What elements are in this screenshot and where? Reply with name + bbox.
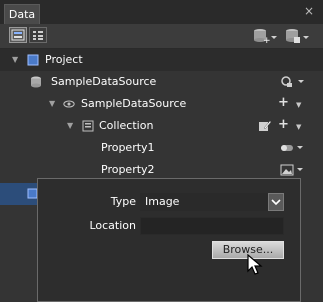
add-property-icon[interactable]: + bbox=[278, 114, 289, 136]
mouse-cursor-icon bbox=[247, 254, 263, 275]
tree-row-datasource-child[interactable]: ▼ SampleDataSource + ▼ bbox=[0, 93, 323, 115]
expand-arrow-icon[interactable]: ▼ bbox=[49, 93, 55, 115]
expand-arrow-icon[interactable]: ▼ bbox=[12, 49, 18, 71]
tree-row-datasource[interactable]: SampleDataSource bbox=[0, 71, 323, 93]
chevron-down-icon[interactable]: ▼ bbox=[296, 116, 301, 138]
eye-icon bbox=[63, 100, 75, 108]
add-sample-data-icon[interactable]: + bbox=[253, 28, 279, 46]
hidden-selected-row bbox=[0, 183, 38, 205]
type-value: Image bbox=[145, 195, 180, 208]
property-type-popup: Type Image Location Browse... bbox=[37, 178, 301, 302]
edit-values-icon[interactable] bbox=[252, 120, 278, 132]
tree-row-collection[interactable]: ▼ Collection + ▼ bbox=[0, 115, 323, 137]
datasource-label: SampleDataSource bbox=[51, 75, 157, 88]
add-live-data-icon[interactable] bbox=[285, 28, 311, 44]
chevron-down-icon[interactable]: ▼ bbox=[296, 94, 301, 116]
collection-label: Collection bbox=[99, 119, 154, 132]
details-view-icon[interactable] bbox=[29, 27, 47, 43]
svg-text:+: + bbox=[263, 36, 271, 44]
tab-data[interactable]: Data bbox=[4, 4, 40, 24]
chevron-down-icon[interactable] bbox=[268, 193, 284, 211]
tree-row-property1[interactable]: Property1 bbox=[0, 137, 323, 159]
type-select[interactable]: Image bbox=[140, 193, 284, 211]
project-icon bbox=[27, 54, 39, 66]
datasource-child-label: SampleDataSource bbox=[81, 97, 187, 110]
datasource-icon bbox=[31, 76, 41, 88]
close-icon[interactable]: × bbox=[303, 5, 315, 17]
expand-arrow-icon[interactable]: ▼ bbox=[67, 115, 73, 137]
list-view-icon[interactable] bbox=[9, 27, 27, 43]
location-input[interactable] bbox=[140, 217, 284, 235]
data-toolbar: + bbox=[0, 24, 323, 49]
location-label: Location bbox=[89, 219, 136, 232]
tree-row-project[interactable]: ▼ Project bbox=[0, 49, 323, 71]
panel-titlebar: Data × bbox=[0, 0, 323, 24]
image-type-icon[interactable] bbox=[280, 164, 306, 176]
type-label: Type bbox=[110, 195, 136, 208]
collection-icon bbox=[82, 120, 94, 132]
data-panel: Data × + ▼ Project SampleDataSource ▼ Sa… bbox=[0, 0, 323, 302]
property1-label: Property1 bbox=[101, 141, 155, 154]
project-label: Project bbox=[45, 53, 83, 66]
add-property-icon[interactable]: + bbox=[278, 92, 289, 114]
property-type-icon[interactable] bbox=[280, 142, 306, 154]
datasource-options-icon[interactable] bbox=[280, 76, 306, 88]
